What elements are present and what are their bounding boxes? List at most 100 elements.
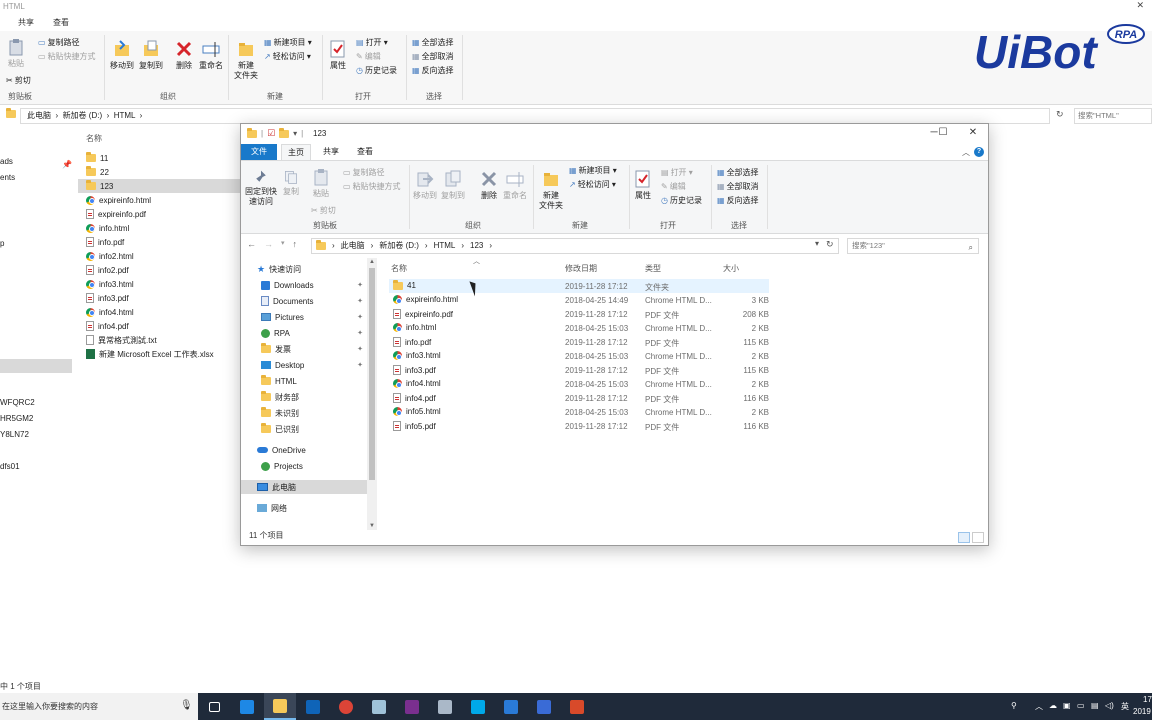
- pin-to-quick-access-button[interactable]: 固定到快 速访问: [245, 169, 277, 207]
- new-item-button[interactable]: ▦ 新建项目 ▾: [569, 165, 617, 176]
- nav-item[interactable]: Pictures ✦: [241, 310, 367, 324]
- open-button[interactable]: ▤ 打开 ▾: [661, 167, 693, 178]
- nav-item[interactable]: RPA ✦: [241, 326, 367, 340]
- nav-item[interactable]: OneDrive: [241, 443, 367, 457]
- restore-icon[interactable]: ☐: [933, 127, 953, 138]
- user-icon[interactable]: ⚲: [1011, 701, 1017, 710]
- scroll-up-icon[interactable]: ▲: [369, 259, 375, 265]
- crumb-123[interactable]: 123: [470, 239, 483, 253]
- bg-open-button[interactable]: ▤ 打开 ▾: [356, 37, 388, 48]
- column-header-size[interactable]: 大小: [723, 263, 739, 274]
- bg-select-all-button[interactable]: ▦ 全部选择: [412, 37, 454, 48]
- bg-file-row[interactable]: 11: [86, 151, 240, 165]
- bg-new-item-button[interactable]: ▦ 新建项目 ▾: [264, 37, 312, 48]
- easy-access-button[interactable]: ↗ 轻松访问 ▾: [569, 179, 616, 190]
- clock-time[interactable]: 17: [1143, 695, 1152, 704]
- bg-file-row[interactable]: 22: [86, 165, 240, 179]
- properties-check-icon[interactable]: ☑: [267, 128, 275, 139]
- bg-tab-share[interactable]: 共享: [18, 17, 34, 28]
- bg-file-row[interactable]: info4.pdf: [86, 319, 240, 333]
- pin-icon[interactable]: ✦: [357, 313, 363, 321]
- ime-indicator[interactable]: 英: [1121, 701, 1129, 712]
- cloud-icon[interactable]: ☁: [1049, 701, 1057, 710]
- select-all-button[interactable]: ▦ 全部选择: [717, 167, 759, 178]
- bg-file-row[interactable]: info.html: [86, 221, 240, 235]
- bg-file-row[interactable]: 新建 Microsoft Excel 工作表.xlsx: [86, 347, 240, 361]
- bg-file-row[interactable]: expireinfo.pdf: [86, 207, 240, 221]
- paste-button[interactable]: 粘贴: [311, 167, 331, 199]
- properties-button[interactable]: 属性: [633, 169, 653, 201]
- pin-icon[interactable]: ✦: [357, 329, 363, 337]
- bg-nav-selected[interactable]: [0, 359, 72, 373]
- bg-column-name[interactable]: 名称: [86, 133, 102, 144]
- forward-arrow-icon[interactable]: →: [264, 239, 273, 249]
- file-row[interactable]: expireinfo.html 2018-04-25 14:49 Chrome HT…: [389, 293, 769, 307]
- file-row[interactable]: info4.html 2018-04-25 15:03 Chrome HTML D.…: [389, 377, 769, 391]
- copy-to-button[interactable]: 复制到: [441, 169, 465, 201]
- recent-dropdown-icon[interactable]: ▾: [281, 239, 285, 249]
- invert-selection-button[interactable]: ▦ 反向选择: [717, 195, 759, 206]
- bg-select-none-button[interactable]: ▦ 全部取消: [412, 51, 454, 62]
- file-row[interactable]: info4.pdf 2019-11-28 17:12 PDF 文件 116 KB: [389, 391, 769, 405]
- help-icon[interactable]: ?: [974, 147, 984, 157]
- crumb-this-pc[interactable]: 此电脑: [341, 239, 365, 253]
- file-row[interactable]: info3.pdf 2019-11-28 17:12 PDF 文件 115 KB: [389, 363, 769, 377]
- bg-file-row[interactable]: info2.html: [86, 249, 240, 263]
- crumb-drive[interactable]: 新加卷 (D:): [379, 239, 419, 253]
- nav-item[interactable]: ★ 快速访问: [241, 262, 367, 276]
- tab-file[interactable]: 文件: [241, 144, 277, 160]
- pin-icon[interactable]: ✦: [357, 281, 363, 289]
- file-row[interactable]: expireinfo.pdf 2019-11-28 17:12 PDF 文件 208 …: [389, 307, 769, 321]
- nav-item[interactable]: Downloads ✦: [241, 278, 367, 292]
- bg-new-folder-button[interactable]: 新建 文件夹: [234, 39, 258, 81]
- taskbar-app-outlook[interactable]: [297, 693, 329, 720]
- window-title-bar[interactable]: | ☑ ▾ | 123 ─ ☐ ✕: [241, 124, 988, 144]
- bg-file-row[interactable]: info3.pdf: [86, 291, 240, 305]
- taskbar-app-remote[interactable]: [495, 693, 527, 720]
- taskbar-app-app2[interactable]: [561, 693, 593, 720]
- bg-crumb-drive[interactable]: 新加卷 (D:): [63, 111, 103, 120]
- nav-item[interactable]: 财务部: [241, 390, 367, 404]
- move-to-button[interactable]: 移动到: [413, 169, 437, 201]
- large-icons-view-icon[interactable]: [972, 532, 984, 543]
- battery-icon[interactable]: ▭: [1077, 701, 1085, 710]
- tray-overflow-icon[interactable]: ︿: [1035, 701, 1043, 712]
- bg-address-input[interactable]: 此电脑 › 新加卷 (D:) › HTML ›: [20, 108, 1050, 124]
- volume-icon[interactable]: ◁): [1105, 701, 1114, 710]
- taskbar-app-edge[interactable]: [231, 693, 263, 720]
- nav-item[interactable]: 未识别: [241, 406, 367, 420]
- cut-button[interactable]: ✂ 剪切: [311, 205, 336, 216]
- taskbar-app-file-explorer[interactable]: [264, 693, 296, 720]
- nav-item[interactable]: 发票 ✦: [241, 342, 367, 356]
- close-icon[interactable]: ✕: [963, 127, 983, 138]
- bg-file-row[interactable]: info2.pdf: [86, 263, 240, 277]
- tab-share[interactable]: 共享: [319, 144, 343, 160]
- nav-scrollbar[interactable]: ▲ ▼: [367, 258, 377, 530]
- bg-nav-item[interactable]: WFQRC2: [0, 398, 35, 407]
- nav-item[interactable]: Projects: [241, 459, 367, 473]
- bg-delete-button[interactable]: 删除: [174, 39, 194, 71]
- network-icon[interactable]: ▤: [1091, 701, 1099, 710]
- bg-copy-path-button[interactable]: ▭ 复制路径: [38, 37, 80, 48]
- bg-cut-button[interactable]: ✂ 剪切: [6, 75, 31, 86]
- nav-scroll-thumb[interactable]: [369, 268, 375, 480]
- rename-button[interactable]: 重命名: [503, 169, 527, 201]
- bg-nav-item[interactable]: p: [0, 239, 4, 248]
- bg-easy-access-button[interactable]: ↗ 轻松访问 ▾: [264, 51, 311, 62]
- bg-tab-view[interactable]: 查看: [53, 17, 69, 28]
- nav-item[interactable]: HTML: [241, 374, 367, 388]
- new-folder-icon[interactable]: [279, 127, 290, 138]
- bg-paste-button[interactable]: 粘贴: [6, 37, 26, 69]
- taskbar-app-task-view[interactable]: [198, 693, 230, 720]
- taskbar-app-app[interactable]: [429, 693, 461, 720]
- edit-button[interactable]: ✎ 编辑: [661, 181, 686, 192]
- refresh-icon[interactable]: ↻: [826, 239, 834, 250]
- microphone-icon[interactable]: 🎙: [180, 700, 193, 711]
- bg-rename-button[interactable]: 重命名: [199, 39, 223, 71]
- copy-path-button[interactable]: ▭ 复制路径: [343, 167, 385, 178]
- collapse-ribbon-icon[interactable]: ︿: [962, 147, 970, 158]
- bg-file-row[interactable]: info.pdf: [86, 235, 240, 249]
- search-input[interactable]: 搜索"123" ⌕: [847, 238, 979, 254]
- bg-crumb-this-pc[interactable]: 此电脑: [27, 111, 51, 120]
- bg-history-button[interactable]: ◷ 历史记录: [356, 65, 397, 76]
